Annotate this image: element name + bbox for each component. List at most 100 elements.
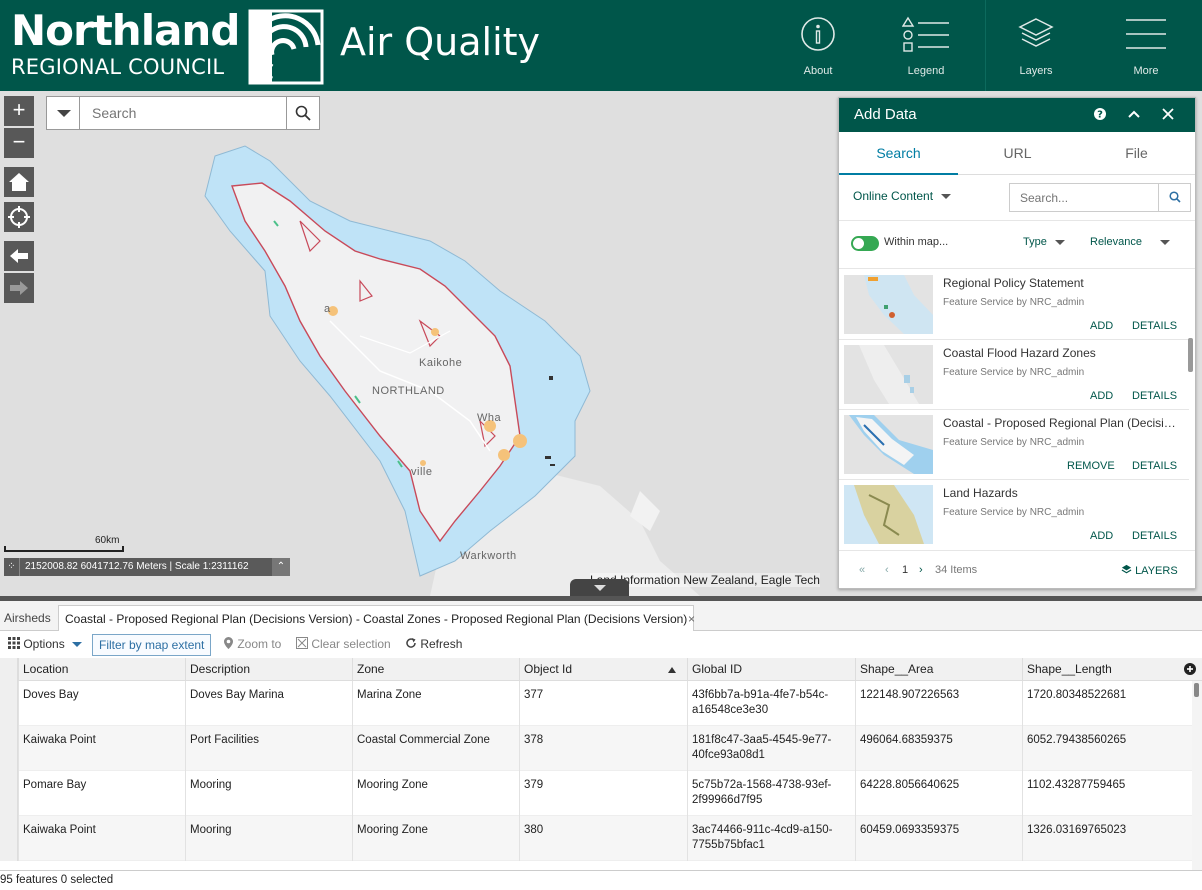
details-button[interactable]: DETAILS bbox=[1132, 390, 1177, 402]
thumbnail-land-hazards[interactable] bbox=[844, 485, 933, 544]
zoom-to-button[interactable]: Zoom to bbox=[223, 637, 281, 651]
tab-url[interactable]: URL bbox=[958, 132, 1077, 175]
relevance-dropdown[interactable]: Relevance bbox=[1090, 236, 1170, 248]
home-button[interactable] bbox=[4, 167, 34, 197]
cell-object-id: 378 bbox=[519, 726, 687, 771]
add-button[interactable]: ADD bbox=[1090, 390, 1113, 402]
coordinate-bar: ⁘ 2152008.82 6041712.76 Meters | Scale 1… bbox=[4, 558, 290, 576]
filter-by-extent-button[interactable]: Filter by map extent bbox=[92, 634, 212, 656]
thumbnail-flood[interactable] bbox=[844, 345, 933, 404]
cell-global-id: 43f6bb7a-b91a-4fe7-b54c-a16548ce3e30 bbox=[687, 681, 855, 726]
add-button[interactable]: ADD bbox=[1090, 320, 1113, 332]
content-search-input[interactable] bbox=[1010, 184, 1158, 211]
row-selector[interactable] bbox=[0, 771, 18, 816]
cell-object-id: 379 bbox=[519, 771, 687, 816]
help-icon[interactable]: ? bbox=[1093, 107, 1107, 121]
layers-button[interactable]: Layers bbox=[986, 0, 1086, 91]
prev-page-icon[interactable]: ‹ bbox=[885, 564, 889, 576]
cell-global-id: 5c75b72a-1568-4738-93ef-2f99966d7f95 bbox=[687, 771, 855, 816]
next-page-icon[interactable]: › bbox=[919, 564, 923, 576]
row-selector[interactable] bbox=[0, 816, 18, 861]
info-icon bbox=[801, 17, 835, 51]
pin-icon bbox=[224, 637, 233, 649]
logo-sub-text: REGIONAL COUNCIL bbox=[11, 55, 225, 79]
zoom-in-button[interactable]: + bbox=[4, 96, 34, 126]
table-row[interactable]: Kaiwaka Point Port Facilities Coastal Co… bbox=[0, 726, 1192, 771]
filter-row: Within map... Type Relevance bbox=[839, 221, 1195, 269]
cell-shape-area: 122148.907226563 bbox=[855, 681, 1022, 726]
options-button[interactable]: Options bbox=[8, 637, 83, 651]
relevance-label: Relevance bbox=[1090, 236, 1142, 248]
legend-button[interactable]: Legend bbox=[876, 0, 976, 91]
next-extent-button[interactable] bbox=[4, 273, 34, 303]
table-tabs: Airsheds Coastal - Proposed Regional Pla… bbox=[0, 601, 1202, 631]
cell-global-id: 3ac74466-911c-4cd9-a150-7755b75bfac1 bbox=[687, 816, 855, 861]
cell-description: Mooring bbox=[185, 771, 352, 816]
map-search-input[interactable] bbox=[82, 99, 282, 127]
within-map-toggle[interactable] bbox=[851, 236, 879, 251]
content-search bbox=[1009, 183, 1191, 212]
scale-bar bbox=[4, 546, 124, 552]
thumbnail-policy[interactable] bbox=[844, 275, 933, 334]
thumbnail-coastal[interactable] bbox=[844, 415, 933, 474]
results-pager: « ‹ 1 › 34 Items LAYERS bbox=[839, 550, 1195, 588]
tab-search[interactable]: Search bbox=[839, 132, 958, 175]
map-search-button[interactable] bbox=[286, 97, 319, 129]
cell-description: Port Facilities bbox=[185, 726, 352, 771]
results-scrollbar[interactable] bbox=[1188, 338, 1193, 372]
tab-airsheds[interactable]: Airsheds bbox=[0, 605, 55, 631]
more-button[interactable]: More bbox=[1096, 0, 1196, 91]
col-shape-area[interactable]: Shape__Area bbox=[855, 658, 1022, 681]
add-column-icon[interactable] bbox=[1184, 663, 1196, 675]
details-button[interactable]: DETAILS bbox=[1132, 460, 1177, 472]
chevron-up-icon[interactable]: ⌃ bbox=[272, 558, 290, 576]
row-selector[interactable] bbox=[0, 681, 18, 726]
zoom-out-button[interactable]: − bbox=[4, 128, 34, 158]
grid-scrollbar[interactable] bbox=[1192, 681, 1202, 870]
table-row[interactable]: Doves Bay Doves Bay Marina Marina Zone 3… bbox=[0, 681, 1192, 726]
first-page-icon[interactable]: « bbox=[859, 564, 865, 576]
item-title: Land Hazards bbox=[943, 486, 1018, 500]
col-zone[interactable]: Zone bbox=[352, 658, 519, 681]
cell-location: Kaiwaka Point bbox=[18, 816, 185, 861]
col-object-id[interactable]: Object Id bbox=[519, 658, 687, 681]
row-selector[interactable] bbox=[0, 726, 18, 771]
table-row[interactable]: Kaiwaka Point Mooring Mooring Zone 380 3… bbox=[0, 816, 1192, 861]
col-location[interactable]: Location bbox=[18, 658, 185, 681]
within-map-label: Within map... bbox=[884, 236, 949, 248]
add-button[interactable]: ADD bbox=[1090, 530, 1113, 542]
close-tab-icon[interactable]: × bbox=[688, 612, 695, 626]
item-title: Coastal Flood Hazard Zones bbox=[943, 346, 1096, 360]
layers-link[interactable]: LAYERS bbox=[1121, 564, 1178, 577]
refresh-label: Refresh bbox=[420, 637, 463, 651]
select-all-cell[interactable] bbox=[0, 658, 18, 681]
collapse-table-button[interactable] bbox=[570, 579, 629, 596]
source-dropdown[interactable]: Online Content bbox=[853, 189, 952, 203]
about-button[interactable]: About bbox=[768, 0, 868, 91]
tab-coastal-zones[interactable]: Coastal - Proposed Regional Plan (Decisi… bbox=[58, 605, 695, 631]
crosshair-icon bbox=[8, 206, 30, 228]
col-description[interactable]: Description bbox=[185, 658, 352, 681]
details-button[interactable]: DETAILS bbox=[1132, 320, 1177, 332]
type-dropdown[interactable]: Type bbox=[1023, 236, 1065, 248]
close-icon[interactable] bbox=[1161, 107, 1175, 121]
table-row[interactable]: Pomare Bay Mooring Mooring Zone 379 5c75… bbox=[0, 771, 1192, 816]
table-toolbar: Options Filter by map extent Zoom to Cle… bbox=[0, 632, 1202, 658]
remove-button[interactable]: REMOVE bbox=[1067, 460, 1115, 472]
refresh-button[interactable]: Refresh bbox=[405, 637, 462, 651]
previous-extent-button[interactable] bbox=[4, 241, 34, 271]
layers-icon bbox=[1121, 564, 1132, 574]
chevron-up-icon[interactable] bbox=[1127, 107, 1141, 121]
coordinate-mode-icon[interactable]: ⁘ bbox=[4, 558, 20, 576]
col-shape-length[interactable]: Shape__Length bbox=[1022, 658, 1180, 681]
search-source-dropdown[interactable] bbox=[47, 97, 80, 129]
about-label: About bbox=[803, 65, 833, 77]
tab-file[interactable]: File bbox=[1077, 132, 1196, 175]
cell-location: Pomare Bay bbox=[18, 771, 185, 816]
locate-button[interactable] bbox=[4, 202, 34, 232]
details-button[interactable]: DETAILS bbox=[1132, 530, 1177, 542]
clear-selection-button[interactable]: Clear selection bbox=[296, 637, 391, 651]
content-search-button[interactable] bbox=[1158, 184, 1190, 211]
council-logo[interactable]: Northland REGIONAL COUNCIL bbox=[11, 8, 240, 80]
col-global-id[interactable]: Global ID bbox=[687, 658, 855, 681]
